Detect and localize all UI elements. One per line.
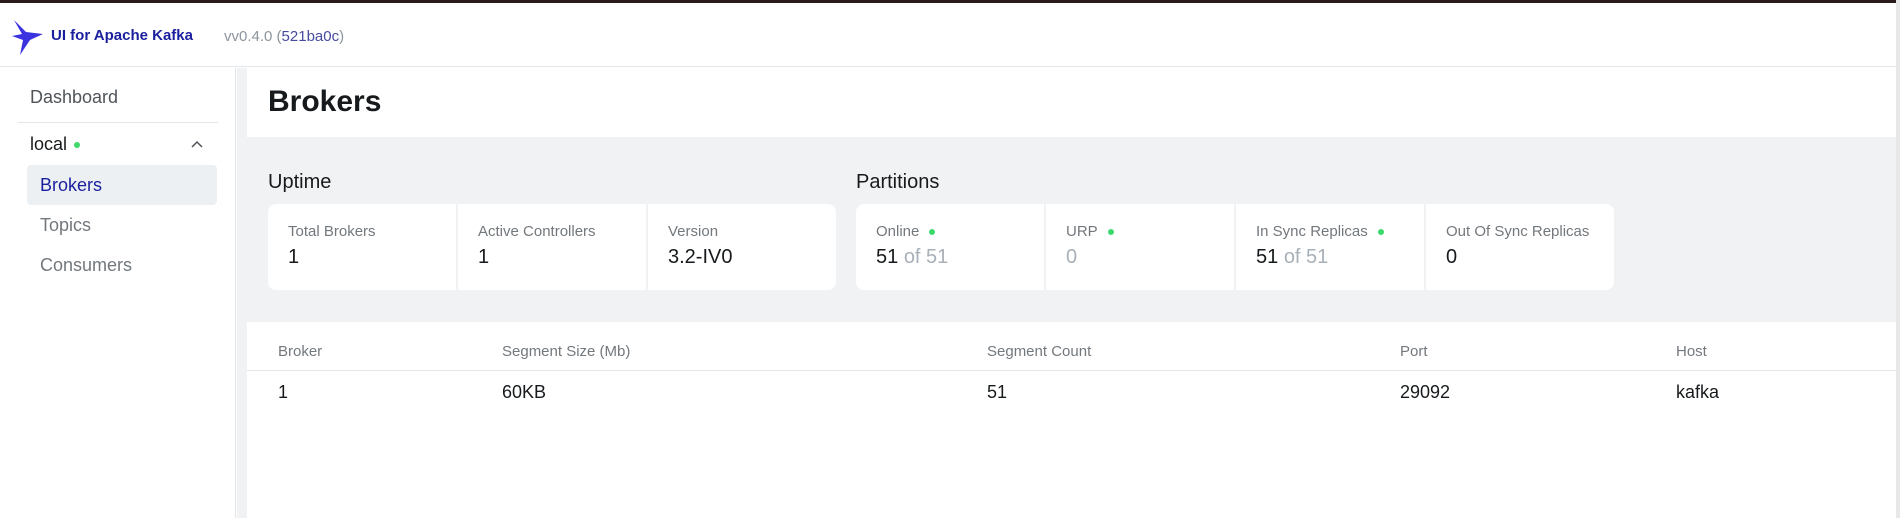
sidebar-divider xyxy=(18,122,218,123)
metric-card-active-controllers: Active Controllers 1 xyxy=(458,204,646,290)
metric-label: Active Controllers xyxy=(478,223,596,240)
metric-label: Out Of Sync Replicas xyxy=(1446,223,1590,240)
metric-label: Version xyxy=(668,223,719,240)
chevron-up-icon[interactable] xyxy=(191,139,203,151)
metric-value: 3.2-IV0 xyxy=(668,246,733,268)
cell-segment-count: 51 xyxy=(987,382,1008,402)
cell-port: 29092 xyxy=(1400,382,1451,402)
metric-card-online: Online 51 of 51 xyxy=(856,204,1044,290)
sidebar-gutter xyxy=(237,68,247,518)
cluster-toggle[interactable]: local xyxy=(30,134,81,155)
metric-card-version: Version 3.2-IV0 xyxy=(648,204,836,290)
version-number: vv0.4.0 xyxy=(224,28,273,45)
metric-card-in-sync-replicas: In Sync Replicas 51 of 51 xyxy=(1236,204,1424,290)
sidebar-item-topics[interactable]: Topics xyxy=(27,205,217,245)
metric-card-urp: URP 0 xyxy=(1046,204,1234,290)
column-header-broker[interactable]: Broker xyxy=(278,343,322,360)
metric-value: 0 xyxy=(1066,246,1078,268)
page-scrollbar[interactable] xyxy=(1896,0,1900,518)
column-header-host[interactable]: Host xyxy=(1676,343,1707,360)
app-title[interactable]: UI for Apache Kafka xyxy=(51,27,193,44)
status-dot xyxy=(929,228,936,235)
metric-value: 0 xyxy=(1446,246,1458,268)
metric-value: 51 of 51 xyxy=(876,246,949,268)
top-navbar: UI for Apache Kafka vv0.4.0 (521ba0c) xyxy=(0,3,1896,67)
column-header-segment-count[interactable]: Segment Count xyxy=(987,343,1091,360)
commit-link[interactable]: 521ba0c xyxy=(282,28,340,45)
sidebar-item-consumers[interactable]: Consumers xyxy=(27,245,217,285)
sidebar: Dashboard local Brokers Topics Consumers xyxy=(0,68,236,518)
main-content: Brokers Uptime Partitions Total Brokers … xyxy=(247,68,1896,518)
sidebar-item-dashboard[interactable]: Dashboard xyxy=(30,87,118,108)
uptime-cards: Total Brokers 1 Active Controllers 1 Ver… xyxy=(268,204,836,290)
table-header-divider xyxy=(247,370,1896,371)
cell-broker-id[interactable]: 1 xyxy=(278,382,288,403)
metric-label: In Sync Replicas xyxy=(1256,223,1404,240)
column-header-port[interactable]: Port xyxy=(1400,343,1428,360)
metrics-panel: Uptime Partitions Total Brokers 1 Active… xyxy=(247,137,1896,322)
metric-card-total-brokers: Total Brokers 1 xyxy=(268,204,456,290)
partitions-title: Partitions xyxy=(856,171,940,193)
cluster-status-dot xyxy=(74,141,81,148)
metric-card-out-of-sync-replicas: Out Of Sync Replicas 0 xyxy=(1426,204,1614,290)
metric-value: 1 xyxy=(288,246,300,268)
page-title: Brokers xyxy=(268,85,382,118)
metric-value: 51 of 51 xyxy=(1256,246,1329,268)
cell-host: kafka xyxy=(1676,382,1720,402)
column-header-segment-size[interactable]: Segment Size (Mb) xyxy=(502,343,630,360)
sidebar-item-brokers[interactable]: Brokers xyxy=(27,165,217,205)
cluster-name: local xyxy=(30,134,68,154)
partition-cards: Online 51 of 51 URP 0 In Sync Replicas 5… xyxy=(856,204,1614,290)
app-version: vv0.4.0 (521ba0c) xyxy=(224,28,345,45)
metric-label: URP xyxy=(1066,223,1214,240)
metric-label: Total Brokers xyxy=(288,223,376,240)
status-dot xyxy=(1377,228,1384,235)
cell-segment-size: 60KB xyxy=(502,382,547,402)
metric-value: 1 xyxy=(478,246,490,268)
status-dot xyxy=(1107,228,1114,235)
uptime-title: Uptime xyxy=(268,171,332,193)
metric-label: Online xyxy=(876,223,1024,240)
kafka-logo-icon[interactable] xyxy=(12,18,44,56)
